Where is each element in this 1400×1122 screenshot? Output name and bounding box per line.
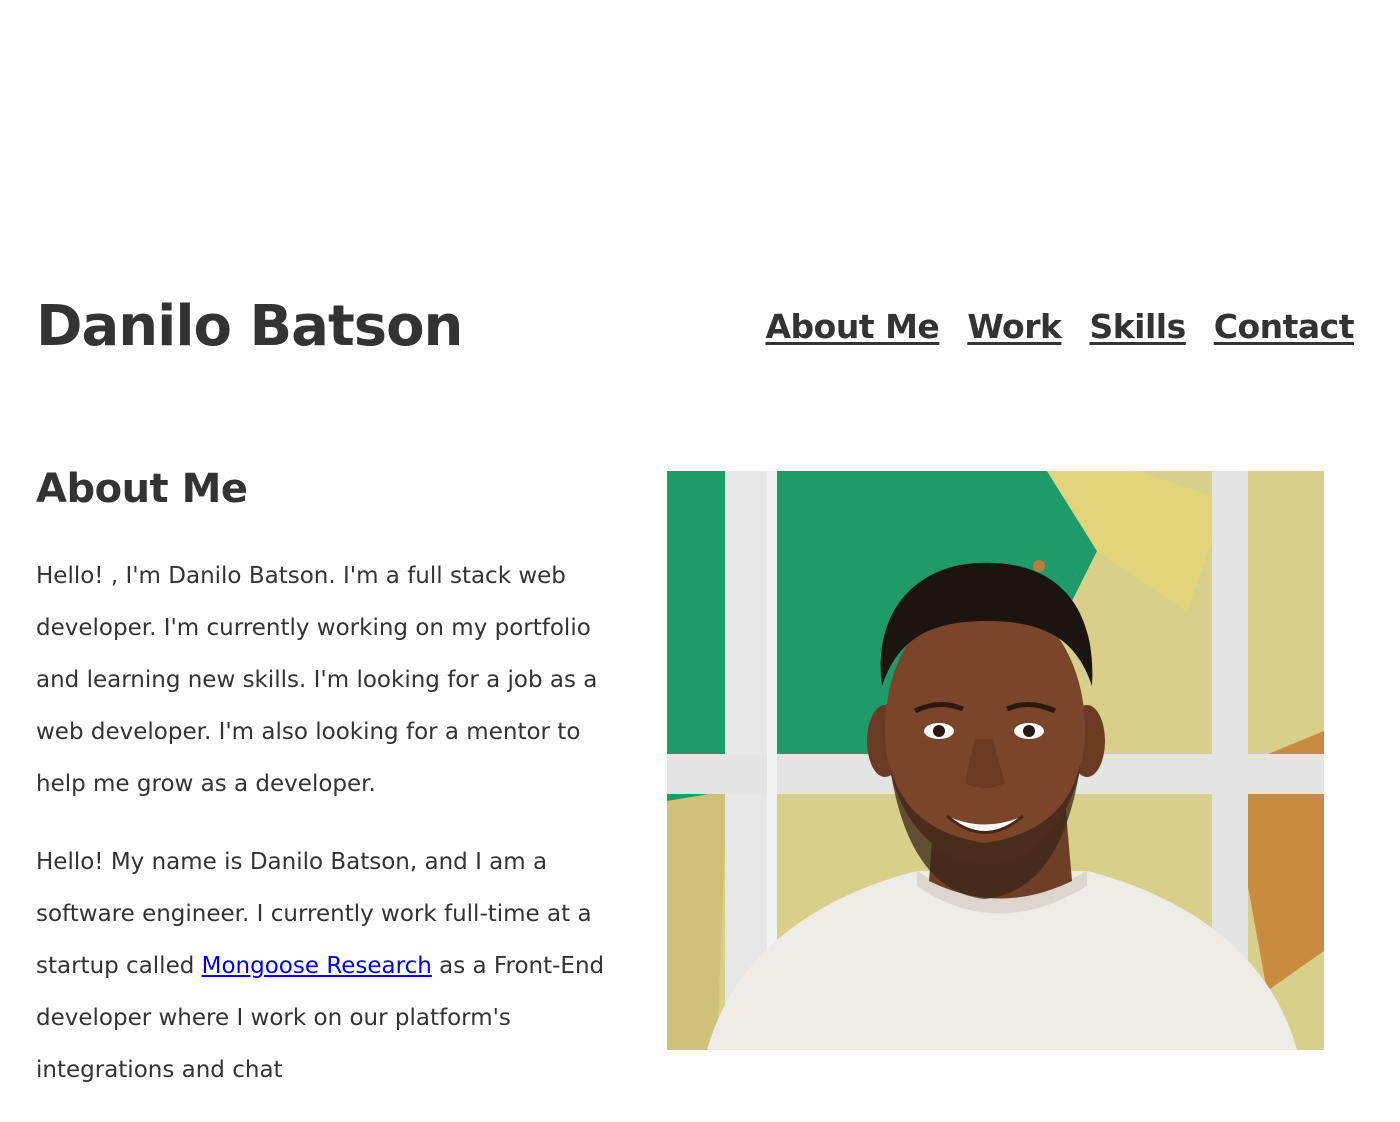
- nav-link-contact[interactable]: Contact: [1214, 307, 1355, 346]
- about-paragraph-2: Hello! My name is Danilo Batson, and I a…: [36, 836, 636, 1096]
- main-nav: About Me Work Skills Contact: [766, 307, 1355, 346]
- about-section: About Me Hello! , I'm Danilo Batson. I'm…: [36, 466, 636, 1122]
- profile-photo: [667, 471, 1324, 1050]
- about-paragraph-1: Hello! , I'm Danilo Batson. I'm a full s…: [36, 563, 598, 797]
- nav-link-about-me[interactable]: About Me: [766, 307, 940, 346]
- site-header: Danilo Batson About Me Work Skills Conta…: [36, 288, 1355, 364]
- nav-link-skills[interactable]: Skills: [1089, 307, 1186, 346]
- about-heading: About Me: [36, 466, 248, 512]
- profile-photo-illustration: [667, 471, 1324, 1050]
- site-title: Danilo Batson: [36, 293, 463, 359]
- mongoose-research-link[interactable]: Mongoose Research: [202, 953, 432, 979]
- nav-link-work[interactable]: Work: [967, 307, 1062, 346]
